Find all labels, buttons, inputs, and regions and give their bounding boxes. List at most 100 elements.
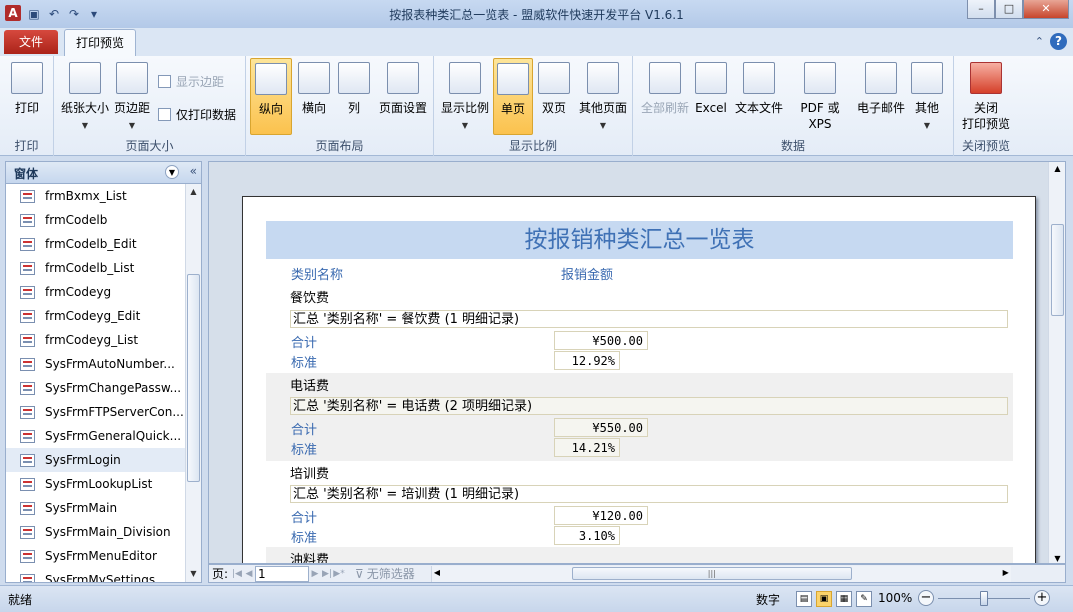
group-zoom: 显示比例 ▼ 单页 双页 其他页面 ▼ 显示比例	[434, 56, 633, 156]
scroll-up-icon[interactable]: ▲	[186, 184, 201, 200]
more-pages-button[interactable]: 其他页面 ▼	[575, 58, 631, 135]
scroll-thumb[interactable]	[187, 274, 200, 482]
minimize-ribbon-icon[interactable]: ⌃	[1035, 35, 1044, 48]
print-data-only-checkbox[interactable]: 仅打印数据	[158, 106, 236, 123]
layout-view-icon[interactable]: ▦	[836, 591, 852, 607]
scroll-down-icon[interactable]: ▼	[1049, 554, 1065, 563]
page-setup-button[interactable]: 页面设置	[374, 58, 432, 135]
last-page-icon[interactable]: ▶|	[321, 569, 333, 579]
list-item[interactable]: SysFrmChangePassw...	[6, 376, 186, 400]
landscape-button[interactable]: 横向	[294, 58, 334, 135]
list-item[interactable]: SysFrmFTPServerCon...	[6, 400, 186, 424]
group-name: 餐饮费	[290, 291, 330, 306]
column-header-amount: 报销金额	[561, 268, 614, 283]
list-item[interactable]: frmCodeyg	[6, 280, 186, 304]
print-button[interactable]: 打印	[6, 58, 48, 135]
design-view-icon[interactable]: ✎	[856, 591, 872, 607]
text-file-icon	[743, 62, 775, 94]
group-label-print: 打印	[14, 139, 39, 153]
refresh-icon	[649, 62, 681, 94]
tab-print-preview[interactable]: 打印预览	[64, 29, 136, 56]
new-record-icon[interactable]: ▶*	[333, 569, 345, 579]
list-item[interactable]: SysFrmMain_Division	[6, 520, 186, 544]
nav-scrollbar[interactable]: ▲ ▼	[185, 184, 201, 582]
first-page-icon[interactable]: |◀	[231, 569, 243, 579]
report-view-icon[interactable]: ▤	[796, 591, 812, 607]
scroll-right-icon[interactable]: ▶	[1003, 568, 1009, 577]
one-page-icon	[497, 63, 529, 95]
refresh-all-button[interactable]: 全部刷新	[637, 58, 693, 135]
list-item[interactable]: SysFrmGeneralQuick...	[6, 424, 186, 448]
list-item[interactable]: frmCodeyg_Edit	[6, 304, 186, 328]
zoom-in-icon[interactable]: +	[1034, 590, 1050, 606]
tab-file[interactable]: 文件	[4, 30, 58, 54]
columns-button[interactable]: 列	[336, 58, 372, 135]
filter-button[interactable]: ⊽ 无筛选器	[355, 565, 415, 582]
printer-icon	[11, 62, 43, 94]
list-item[interactable]: frmBxmx_List	[6, 184, 186, 208]
one-page-button[interactable]: 单页	[493, 58, 533, 135]
help-area: ⌃ ?	[1035, 33, 1067, 50]
group-summary: 汇总 '类别名称' = 餐饮费 (1 明细记录)	[290, 310, 1008, 328]
list-item[interactable]: SysFrmMenuEditor	[6, 544, 186, 568]
margins-button[interactable]: 页边距 ▼	[112, 58, 152, 135]
export-text-button[interactable]: 文本文件	[731, 58, 787, 135]
zoom-button[interactable]: 显示比例 ▼	[438, 58, 492, 135]
print-preview-view-icon[interactable]: ▣	[816, 591, 832, 607]
report-group: 餐饮费 汇总 '类别名称' = 餐饮费 (1 明细记录) 合计 ¥500.00 …	[266, 287, 1013, 373]
collapse-pane-icon[interactable]: «	[190, 164, 197, 178]
close-print-preview-button[interactable]: 关闭 打印预览	[960, 58, 1012, 135]
scroll-up-icon[interactable]: ▲	[1049, 164, 1065, 173]
list-item[interactable]: SysFrmMain	[6, 496, 186, 520]
zoom-out-icon[interactable]: −	[918, 590, 934, 606]
list-item[interactable]: SysFrmLookupList	[6, 472, 186, 496]
list-item[interactable]: SysFrmLogin	[6, 448, 186, 472]
ribbon: 打印 打印 纸张大小▼ 页边距▼ 显示边距 仅打印数据 页面大小 纵向 横向	[0, 56, 1073, 156]
form-icon	[20, 261, 35, 275]
current-page-input[interactable]: 1	[255, 565, 309, 582]
columns-icon	[338, 62, 370, 94]
list-item[interactable]: frmCodeyg_List	[6, 328, 186, 352]
record-navigation-bar: 页: |◀ ◀ 1 ▶ ▶| ▶* ⊽ 无筛选器 ◀ ||| ▶	[208, 564, 1066, 583]
email-button[interactable]: 电子邮件	[855, 58, 907, 135]
scroll-left-icon[interactable]: ◀	[434, 568, 440, 577]
close-button[interactable]: ✕	[1023, 0, 1069, 19]
two-pages-icon	[538, 62, 570, 94]
more-export-button[interactable]: 其他 ▼	[909, 58, 945, 135]
status-ready: 就绪	[8, 593, 33, 607]
total-label: 合计	[291, 336, 318, 351]
scroll-thumb[interactable]: |||	[571, 566, 852, 580]
list-item[interactable]: frmCodelb	[6, 208, 186, 232]
export-excel-button[interactable]: Excel	[693, 58, 729, 135]
group-name: 油料费	[290, 553, 330, 564]
scroll-down-icon[interactable]: ▼	[186, 566, 201, 582]
two-pages-button[interactable]: 双页	[535, 58, 573, 135]
minimize-button[interactable]: –	[967, 0, 995, 19]
standard-value: 14.21%	[554, 438, 620, 457]
list-item[interactable]: frmCodelb_List	[6, 256, 186, 280]
maximize-button[interactable]: □	[995, 0, 1023, 19]
pdf-icon	[804, 62, 836, 94]
group-label-page-layout: 页面布局	[315, 139, 364, 153]
list-item[interactable]: SysFrmAutoNumber...	[6, 352, 186, 376]
show-margins-checkbox[interactable]: 显示边距	[158, 73, 224, 90]
paper-size-button[interactable]: 纸张大小 ▼	[60, 58, 110, 135]
export-pdf-button[interactable]: PDF 或 XPS	[787, 58, 853, 135]
nav-list: frmBxmx_List frmCodelb frmCodelb_Edit fr…	[6, 184, 186, 582]
chevron-down-icon[interactable]: ▼	[165, 165, 179, 179]
prev-page-icon[interactable]: ◀	[243, 569, 255, 579]
group-close-preview: 关闭 打印预览 关闭预览	[954, 56, 1018, 156]
zoom-slider-thumb[interactable]	[980, 591, 988, 606]
preview-horizontal-scrollbar[interactable]: ◀ ||| ▶	[430, 565, 1011, 582]
list-item[interactable]: frmCodelb_Edit	[6, 232, 186, 256]
scroll-thumb[interactable]	[1051, 224, 1064, 316]
form-icon	[20, 309, 35, 323]
preview-vertical-scrollbar[interactable]: ▲ ▼	[1048, 162, 1065, 563]
nav-pane-header[interactable]: 窗体 ▼ «	[6, 162, 201, 184]
list-item[interactable]: SysFrmMySettings	[6, 568, 186, 582]
next-page-icon[interactable]: ▶	[309, 569, 321, 579]
portrait-button[interactable]: 纵向	[250, 58, 292, 135]
form-icon	[20, 501, 35, 515]
help-icon[interactable]: ?	[1050, 33, 1067, 50]
group-name: 电话费	[290, 379, 330, 394]
